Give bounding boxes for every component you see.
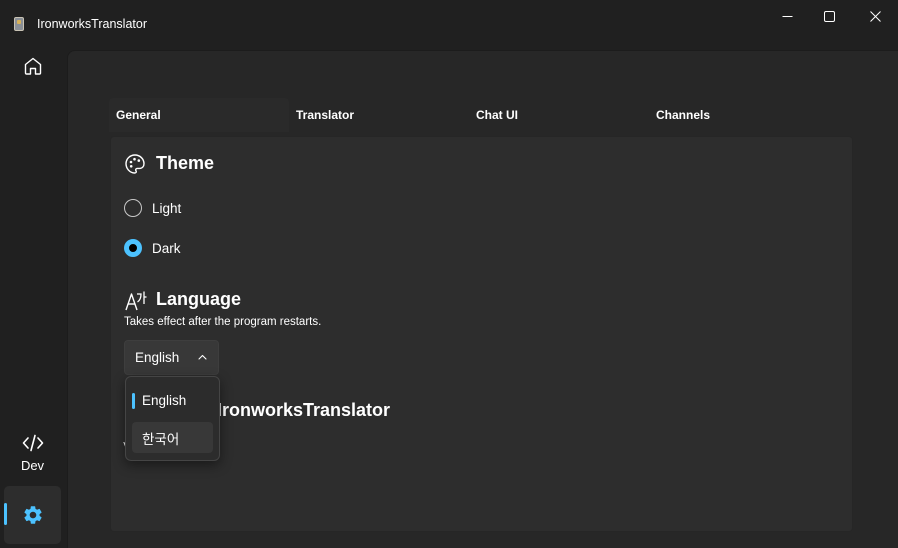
gear-icon: [23, 506, 42, 524]
selection-indicator: [4, 503, 7, 525]
language-title: Language: [156, 289, 242, 309]
tab-chat-ui[interactable]: Chat UI: [469, 98, 649, 132]
radio-light[interactable]: Light: [124, 197, 181, 219]
nav-item-dev[interactable]: Dev: [4, 424, 61, 482]
dropdown-option-english[interactable]: English: [132, 385, 213, 416]
language-combobox[interactable]: English: [124, 340, 219, 375]
app-logo-icon: [14, 17, 24, 31]
close-icon: [869, 10, 881, 22]
option-label: English: [142, 393, 187, 408]
nav-item-home[interactable]: [4, 44, 61, 88]
minimize-button[interactable]: [764, 0, 810, 32]
tab-translator[interactable]: Translator: [289, 98, 469, 132]
title-bar: IronworksTranslator: [0, 0, 898, 48]
language-icon: [125, 291, 147, 311]
dropdown-option-korean[interactable]: 한국어: [132, 422, 213, 453]
radio-label: Light: [152, 200, 182, 216]
settings-tabs: General Translator Chat UI Channels: [109, 98, 854, 132]
nav-item-settings[interactable]: [4, 486, 61, 544]
about-title: IronworksTranslator: [217, 400, 391, 420]
radio-button[interactable]: [124, 199, 142, 217]
language-description: Takes effect after the program restarts.: [124, 316, 322, 328]
tab-channels[interactable]: Channels: [649, 98, 829, 132]
general-settings-panel: [110, 136, 853, 532]
home-icon: [24, 57, 41, 75]
radio-dark[interactable]: Dark: [124, 237, 181, 259]
palette-icon: [125, 154, 145, 174]
tab-general[interactable]: General: [109, 98, 289, 132]
maximize-icon: [823, 10, 835, 22]
theme-title: Theme: [156, 153, 215, 173]
window-title: IronworksTranslator: [37, 17, 147, 31]
app-window: IronworksTranslator Dev General Translat…: [0, 0, 898, 548]
option-label: 한국어: [142, 431, 180, 447]
language-dropdown: English 한국어: [125, 376, 220, 461]
combobox-value: English: [135, 350, 180, 365]
selection-indicator: [132, 393, 135, 409]
close-button[interactable]: [852, 0, 898, 32]
nav-item-label: Dev: [20, 457, 45, 473]
radio-label: Dark: [152, 240, 181, 256]
chevron-up-icon: [198, 354, 207, 360]
maximize-button[interactable]: [806, 0, 852, 32]
radio-button-checked[interactable]: [124, 239, 142, 257]
minimize-icon: [782, 15, 792, 17]
code-icon: [22, 434, 43, 451]
